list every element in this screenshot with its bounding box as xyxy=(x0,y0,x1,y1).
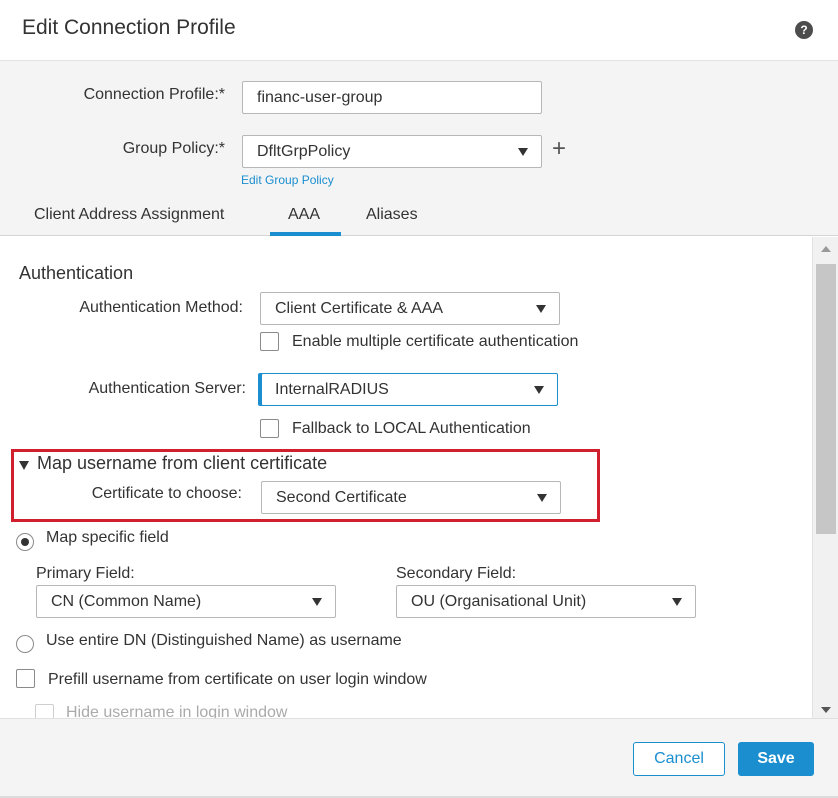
edit-connection-profile-dialog: Edit Connection Profile ? Connection Pro… xyxy=(0,0,838,798)
chevron-down-icon xyxy=(518,148,528,156)
dialog-header: Edit Connection Profile ? xyxy=(0,0,838,61)
chevron-down-icon xyxy=(537,494,547,502)
prefill-username-label: Prefill username from certificate on use… xyxy=(48,671,427,688)
group-policy-label: Group Policy:* xyxy=(122,140,225,157)
secondary-field-label: Secondary Field: xyxy=(396,565,517,582)
tab-aaa-active-indicator xyxy=(270,232,341,236)
chevron-down-icon xyxy=(672,598,682,606)
certificate-to-choose-value: Second Certificate xyxy=(276,489,407,506)
scroll-up-icon[interactable] xyxy=(821,246,831,252)
group-policy-value: DfltGrpPolicy xyxy=(257,143,351,160)
authentication-method-select[interactable]: Client Certificate & AAA xyxy=(260,292,560,325)
vertical-scrollbar[interactable] xyxy=(812,237,838,718)
dialog-title: Edit Connection Profile xyxy=(22,16,236,39)
authentication-section-title: Authentication xyxy=(19,263,134,283)
map-username-section-title[interactable]: Map username from client certificate xyxy=(37,453,327,474)
connection-profile-label: Connection Profile:* xyxy=(83,86,225,103)
authentication-server-select[interactable]: InternalRADIUS xyxy=(258,373,558,406)
primary-field-select[interactable]: CN (Common Name) xyxy=(36,585,336,618)
secondary-field-value: OU (Organisational Unit) xyxy=(411,593,587,610)
help-icon[interactable]: ? xyxy=(795,21,813,39)
secondary-field-select[interactable]: OU (Organisational Unit) xyxy=(396,585,696,618)
authentication-method-label: Authentication Method: xyxy=(79,299,243,316)
chevron-down-icon xyxy=(536,305,546,313)
add-group-policy-icon[interactable]: + xyxy=(552,137,566,161)
edit-group-policy-link[interactable]: Edit Group Policy xyxy=(241,173,334,187)
dialog-footer: Cancel Save xyxy=(0,718,838,798)
tab-aliases[interactable]: Aliases xyxy=(366,206,418,224)
scrollbar-thumb[interactable] xyxy=(816,264,836,534)
tab-aaa[interactable]: AAA xyxy=(288,206,320,224)
certificate-to-choose-select[interactable]: Second Certificate xyxy=(261,481,561,514)
authentication-method-value: Client Certificate & AAA xyxy=(275,300,444,317)
group-policy-select[interactable]: DfltGrpPolicy xyxy=(242,135,542,168)
profile-settings-panel: Connection Profile:* financ-user-group G… xyxy=(0,61,838,236)
primary-field-value: CN (Common Name) xyxy=(51,593,202,610)
connection-profile-input[interactable]: financ-user-group xyxy=(242,81,542,114)
multiple-cert-label: Enable multiple certificate authenticati… xyxy=(292,333,579,350)
chevron-down-icon xyxy=(312,598,322,606)
authentication-server-value: InternalRADIUS xyxy=(275,381,389,398)
tab-client-address-assignment[interactable]: Client Address Assignment xyxy=(34,206,224,224)
map-specific-field-label: Map specific field xyxy=(46,529,169,546)
aaa-tab-content[interactable]: Authentication Authentication Method: Cl… xyxy=(0,237,838,718)
certificate-to-choose-label: Certificate to choose: xyxy=(91,485,242,502)
multiple-cert-checkbox[interactable] xyxy=(260,332,279,351)
expand-triangle-icon[interactable] xyxy=(19,461,29,470)
hide-username-checkbox[interactable] xyxy=(35,704,54,718)
primary-field-label: Primary Field: xyxy=(36,565,135,582)
map-specific-field-radio[interactable] xyxy=(16,533,34,551)
use-entire-dn-radio[interactable] xyxy=(16,635,34,653)
cancel-button[interactable]: Cancel xyxy=(633,742,725,776)
hide-username-label: Hide username in login window xyxy=(66,704,288,718)
prefill-username-checkbox[interactable] xyxy=(16,669,35,688)
fallback-local-checkbox[interactable] xyxy=(260,419,279,438)
authentication-server-label: Authentication Server: xyxy=(88,380,246,397)
chevron-down-icon xyxy=(534,386,544,394)
scroll-down-icon[interactable] xyxy=(821,707,831,713)
save-button[interactable]: Save xyxy=(738,742,814,776)
fallback-local-label: Fallback to LOCAL Authentication xyxy=(292,420,531,437)
use-entire-dn-label: Use entire DN (Distinguished Name) as us… xyxy=(46,632,402,649)
